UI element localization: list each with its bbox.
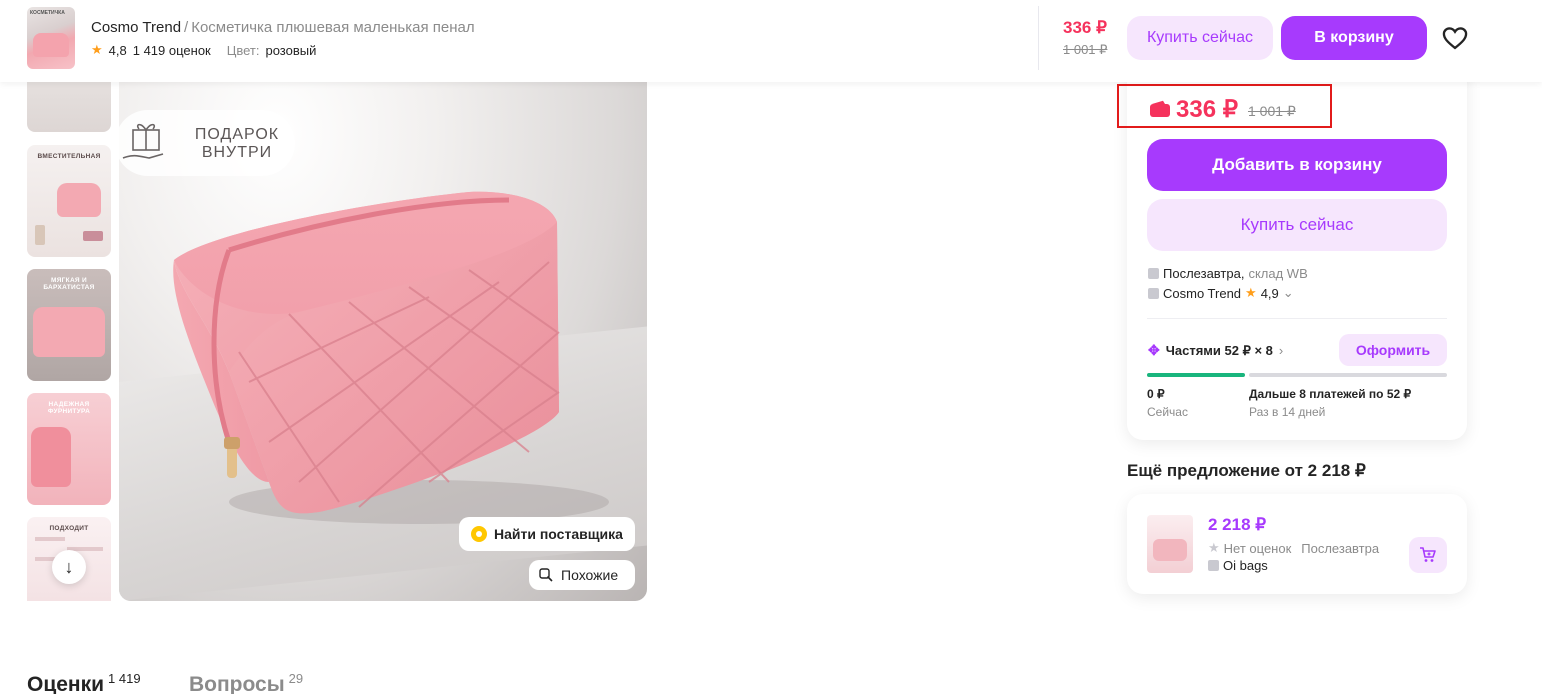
chevron-down-icon[interactable]: ⌄	[1283, 285, 1294, 301]
buy-now-button[interactable]: Купить сейчас	[1147, 199, 1447, 251]
main-product-image[interactable]: ПОДАРОК ВНУТРИ Найти поставщика Похожие	[119, 82, 647, 601]
apply-installments-button[interactable]: Оформить	[1339, 334, 1447, 366]
header-buy-now-button[interactable]: Купить сейчас	[1127, 16, 1273, 60]
header-price-now: 336 ₽	[1063, 18, 1107, 37]
heart-icon[interactable]	[1440, 24, 1470, 52]
box-icon	[1148, 268, 1159, 279]
offer-thumbnail[interactable]	[1147, 515, 1193, 573]
cosmetic-bag-illustration	[173, 191, 609, 524]
shop-icon	[1208, 560, 1219, 571]
thumbnail-caption: НАДЕЖНАЯ ФУРНИТУРА	[47, 401, 91, 415]
seller-name[interactable]: Cosmo Trend	[1163, 286, 1241, 301]
installments-icon: ✥	[1148, 342, 1160, 358]
tab-questions-count: 29	[288, 671, 304, 686]
star-icon: ★	[91, 42, 103, 57]
gift-icon	[122, 123, 164, 159]
product-name: Косметичка плюшевая маленькая пенал	[191, 19, 475, 36]
star-icon: ★	[1208, 540, 1220, 555]
offer-seller-name[interactable]: Oi bags	[1223, 558, 1268, 573]
reviews-count[interactable]: 1 419 оценок	[133, 43, 211, 58]
tab-ratings[interactable]: Оценки 1 419	[27, 671, 141, 694]
offer-price: 2 218 ₽	[1208, 515, 1267, 534]
similar-button[interactable]: Похожие	[529, 560, 635, 590]
similar-label: Похожие	[561, 567, 619, 583]
warehouse-label: склад WB	[1248, 266, 1308, 281]
supplier-icon	[471, 526, 487, 542]
add-to-cart-button[interactable]: Добавить в корзину	[1147, 139, 1447, 191]
delivery-date: Послезавтра,	[1163, 266, 1245, 281]
seller-info[interactable]: Cosmo Trend ★ 4,9 ⌄	[1148, 285, 1294, 301]
thumbnail-caption: КОСМЕТИЧКА	[30, 10, 65, 16]
offer-seller: Oi bags	[1208, 558, 1268, 573]
installments-label: Частями 52 ₽ × 8	[1165, 342, 1273, 358]
gallery-thumbnail[interactable]: НАДЕЖНАЯ ФУРНИТУРА	[27, 393, 111, 505]
header-price-old: 1 001 ₽	[1063, 42, 1108, 57]
pay-later-label: Раз в 14 дней	[1249, 405, 1326, 419]
installments-link[interactable]: ✥ Частями 52 ₽ × 8 ›	[1148, 342, 1283, 359]
tab-questions[interactable]: Вопросы 29	[189, 671, 304, 694]
gallery-thumbnail[interactable]: ВМЕСТИТЕЛЬНАЯ	[27, 145, 111, 257]
pay-later-amount: Дальше 8 платежей по 52 ₽	[1249, 387, 1412, 401]
installment-progress-remaining	[1249, 373, 1447, 377]
scroll-down-arrow-icon[interactable]: ↓	[52, 550, 86, 584]
brand-link[interactable]: Cosmo Trend	[91, 19, 181, 36]
pay-now-label: Сейчас	[1147, 405, 1188, 419]
another-offer-title: Ещё предложение от 2 218 ₽	[1127, 461, 1366, 480]
header-divider	[1038, 6, 1039, 70]
color-label: Цвет:	[226, 42, 260, 58]
chevron-right-icon: ›	[1278, 343, 1284, 358]
header-add-to-cart-button[interactable]: В корзину	[1281, 16, 1427, 60]
color-value: розовый	[265, 42, 317, 58]
tab-ratings-label: Оценки	[27, 673, 105, 694]
find-supplier-label: Найти поставщика	[494, 526, 623, 542]
find-supplier-button[interactable]: Найти поставщика	[459, 517, 635, 551]
gallery-thumbnail[interactable]: МЯГКАЯ И БАРХАТИСТАЯ	[27, 269, 111, 381]
title-separator: /	[184, 19, 189, 36]
thumbnail-bag-image	[33, 33, 69, 57]
tab-ratings-count: 1 419	[108, 671, 141, 686]
pay-now-amount: 0 ₽	[1147, 387, 1165, 401]
star-icon: ★	[1245, 285, 1257, 300]
offer-add-to-cart-button[interactable]	[1409, 537, 1447, 573]
header-product-thumbnail[interactable]: КОСМЕТИЧКА	[27, 7, 75, 69]
seller-rating: 4,9	[1260, 285, 1279, 301]
offer-no-ratings: Нет оценок	[1223, 540, 1292, 556]
gift-badge: ПОДАРОК ВНУТРИ	[119, 110, 295, 176]
cart-icon	[1420, 547, 1436, 562]
product-title: Cosmo Trend / Косметичка плюшевая маленька…	[91, 19, 475, 36]
product-meta: ★ 4,8 1 419 оценок Цвет: розовый	[91, 42, 316, 58]
thumbnail-caption: ПОДХОДИТ	[49, 525, 89, 532]
offer-delivery: Послезавтра	[1301, 540, 1380, 556]
offer-meta: ★ Нет оценок Послезавтра	[1208, 540, 1379, 556]
gift-badge-text: ПОДАРОК ВНУТРИ	[194, 126, 280, 161]
similar-search-icon	[539, 568, 553, 582]
shop-icon	[1148, 287, 1159, 299]
thumbnail-caption: МЯГКАЯ И БАРХАТИСТАЯ	[43, 277, 95, 291]
sticky-product-header: КОСМЕТИЧКА Cosmo Trend / Косметичка плюшев…	[0, 0, 1542, 82]
tab-questions-label: Вопросы	[189, 673, 285, 694]
price-highlight-frame	[1117, 84, 1332, 128]
installment-progress-paid	[1147, 373, 1245, 377]
delivery-info: Послезавтра, склад WB	[1148, 266, 1308, 281]
rating-value: 4,8	[108, 42, 127, 58]
thumbnail-caption: ВМЕСТИТЕЛЬНАЯ	[37, 153, 101, 160]
divider	[1147, 318, 1447, 319]
